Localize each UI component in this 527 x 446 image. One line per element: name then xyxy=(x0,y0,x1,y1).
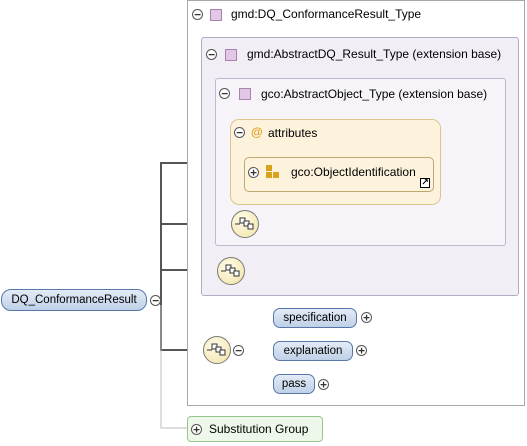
sequence-node[interactable] xyxy=(203,336,231,364)
external-link-icon[interactable]: ↗ xyxy=(420,178,430,188)
complex-type-icon xyxy=(239,88,251,100)
expand-toggle-icon[interactable]: + xyxy=(361,312,372,323)
sequence-icon xyxy=(221,264,240,277)
collapse-toggle-icon[interactable]: − xyxy=(233,345,244,356)
attribute-group-icon xyxy=(266,165,279,178)
collapse-toggle-icon[interactable]: − xyxy=(192,9,203,20)
abstract-result-type-label: gmd:AbstractDQ_Result_Type (extension ba… xyxy=(247,47,502,61)
complex-type-icon xyxy=(225,49,237,61)
element-explanation[interactable]: explanation xyxy=(273,341,353,361)
sequence-icon xyxy=(235,217,254,230)
sequence-icon xyxy=(207,343,226,356)
abstract-object-type-label: gco:AbstractObject_Type (extension base) xyxy=(261,87,488,101)
expand-toggle-icon[interactable]: + xyxy=(318,379,329,390)
sequence-node[interactable] xyxy=(231,210,259,238)
expand-toggle-icon[interactable]: + xyxy=(356,345,367,356)
collapse-toggle-icon[interactable]: − xyxy=(206,49,217,60)
element-pass[interactable]: pass xyxy=(273,374,315,394)
substitution-link-line xyxy=(160,305,189,429)
attributes-label: attributes xyxy=(268,126,318,140)
element-specification[interactable]: specification xyxy=(273,308,357,328)
root-element-dq-conformance-result[interactable]: DQ_ConformanceResult xyxy=(1,289,147,311)
collapse-toggle-icon[interactable]: − xyxy=(234,127,245,138)
complex-type-icon xyxy=(210,9,222,21)
attribute-at-icon: @ xyxy=(251,125,263,139)
conformance-result-type-label: gmd:DQ_ConformanceResult_Type xyxy=(231,7,422,21)
expand-toggle-icon[interactable]: + xyxy=(248,167,259,178)
substitution-group-label: Substitution Group xyxy=(209,422,309,436)
expand-toggle-icon[interactable]: + xyxy=(191,424,202,435)
collapse-toggle-icon[interactable]: − xyxy=(219,88,230,99)
sequence-node[interactable] xyxy=(217,257,245,285)
collapse-toggle-icon[interactable]: − xyxy=(150,295,161,306)
object-identification-label: gco:ObjectIdentification xyxy=(291,165,416,179)
